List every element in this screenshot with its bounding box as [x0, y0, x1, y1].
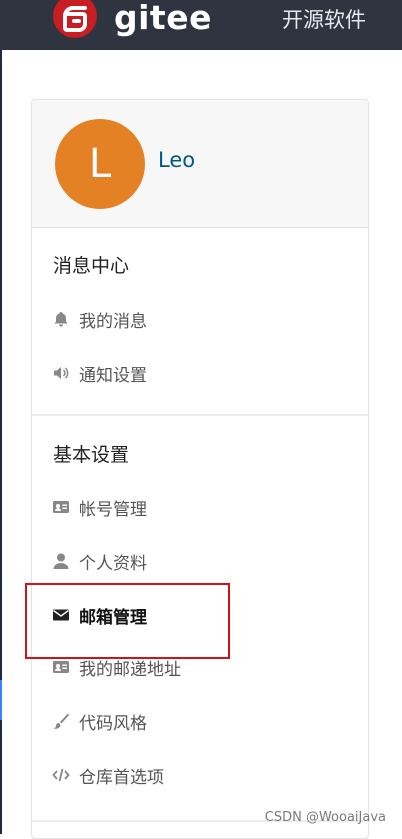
bell-icon [52, 310, 70, 328]
profile-header: L Leo [32, 100, 368, 228]
watermark-text: CSDN @WooaiJava [264, 810, 386, 825]
sidebar-item-label: 代码风格 [79, 713, 147, 734]
window-edge-accent [0, 680, 2, 720]
sidebar-item-label: 仓库首选项 [79, 767, 164, 788]
sidebar-item-account[interactable]: 帐号管理 [52, 492, 147, 522]
sidebar-item-label: 个人资料 [79, 553, 147, 574]
annotation-highlight-box [25, 583, 230, 659]
section-title-basic-settings: 基本设置 [53, 444, 130, 466]
avatar[interactable]: L [55, 119, 145, 209]
brush-icon [52, 712, 70, 730]
sidebar-item-notification-settings[interactable]: 通知设置 [52, 358, 147, 388]
top-navbar: gitee 开源软件 [0, 0, 402, 50]
sidebar-item-label: 帐号管理 [79, 499, 147, 520]
gitee-logo-icon[interactable] [52, 0, 98, 40]
id-card-icon [52, 658, 70, 676]
sidebar-item-repo-preferences[interactable]: 仓库首选项 [52, 760, 164, 790]
username-link[interactable]: Leo [158, 148, 195, 172]
section-divider [32, 414, 368, 416]
code-icon [52, 766, 70, 784]
id-card-icon [52, 498, 70, 516]
settings-sidebar: L Leo 消息中心 我的消息 通知设置 基本设置 帐号管理 个人资料 邮箱管理 [31, 99, 369, 839]
brand-name[interactable]: gitee [114, 0, 212, 37]
volume-icon [52, 364, 70, 382]
sidebar-item-code-style[interactable]: 代码风格 [52, 706, 147, 736]
nav-open-source[interactable]: 开源软件 [282, 4, 366, 34]
user-icon [52, 552, 70, 570]
sidebar-item-profile[interactable]: 个人资料 [52, 546, 147, 576]
sidebar-item-my-messages[interactable]: 我的消息 [52, 304, 147, 334]
sidebar-item-label: 我的消息 [79, 311, 147, 332]
sidebar-item-label: 通知设置 [79, 365, 147, 386]
section-title-messages: 消息中心 [53, 255, 130, 277]
